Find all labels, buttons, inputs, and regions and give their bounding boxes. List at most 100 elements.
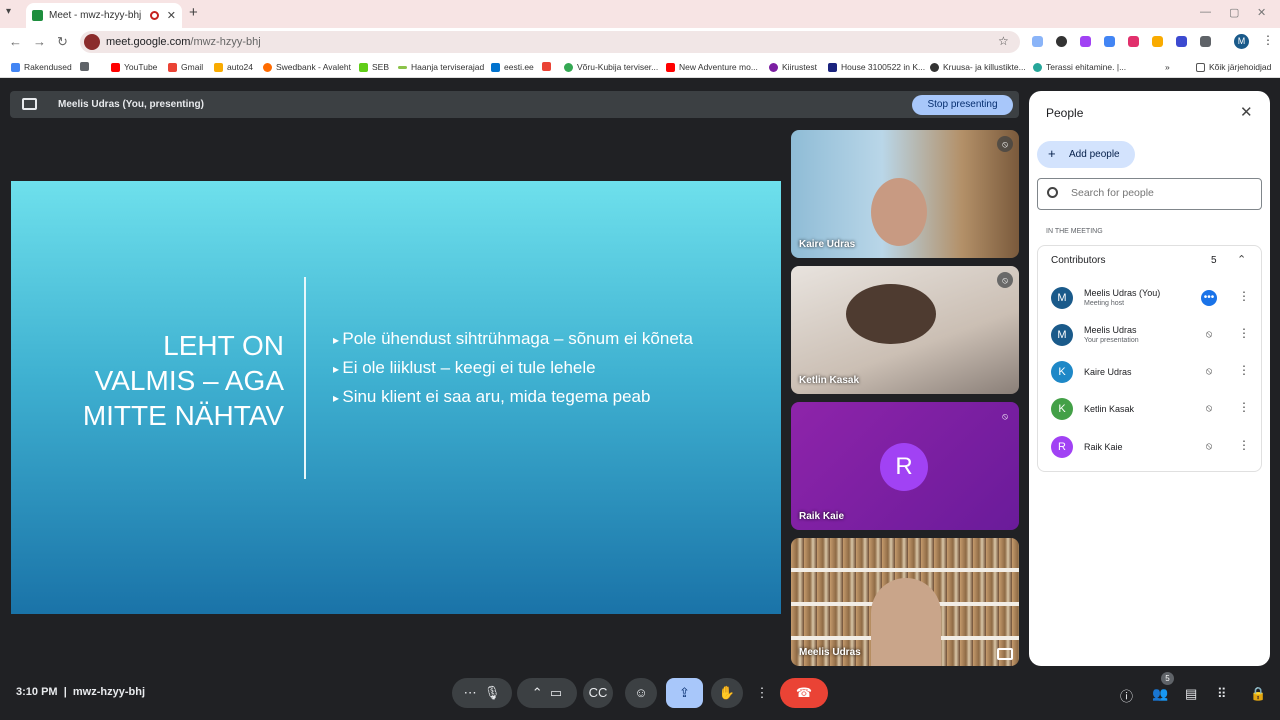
mic-off-icon[interactable]: ⦸ xyxy=(1201,401,1217,417)
bookmark-item[interactable]: SEB xyxy=(359,62,389,72)
bookmark-item[interactable]: Gmail xyxy=(168,62,203,72)
microphone-icon[interactable]: 🎙 xyxy=(484,685,501,700)
avatar: K xyxy=(1051,361,1073,383)
bookmark-star-icon[interactable]: ☆ xyxy=(998,34,1009,48)
extension-icon[interactable] xyxy=(1056,36,1067,47)
site-info-icon[interactable] xyxy=(84,34,100,50)
slide-bullet-list: Pole ühendust sihtrühmaga – sõnum ei kõn… xyxy=(333,325,693,412)
more-options-icon[interactable]: ⋮ xyxy=(1238,326,1250,340)
mic-off-icon[interactable]: ⦸ xyxy=(1201,439,1217,455)
presenting-label: Meelis Udras (You, presenting) xyxy=(58,99,204,110)
bookmark-item[interactable]: Terassi ehitamine. |... xyxy=(1033,62,1126,72)
all-bookmarks-folder[interactable]: Kõik järjehoidjad xyxy=(1196,62,1271,72)
bookmark-item[interactable]: Kruusa- ja killustikte... xyxy=(930,62,1026,72)
more-audio-options-icon[interactable]: ⋯ xyxy=(464,685,477,700)
tab-search-icon[interactable]: ▾ xyxy=(6,6,11,17)
extension-icon[interactable] xyxy=(1104,36,1115,47)
close-panel-icon[interactable]: ✕ xyxy=(1240,103,1253,121)
leave-call-button[interactable]: ☎ xyxy=(780,678,828,708)
search-input[interactable] xyxy=(1071,187,1251,199)
profile-avatar[interactable]: M xyxy=(1234,34,1249,49)
reactions-button[interactable]: ☺ xyxy=(625,678,657,708)
more-options-icon[interactable]: ⋮ xyxy=(1238,289,1250,303)
maximize-icon[interactable]: ▢ xyxy=(1229,6,1239,19)
tab-meet[interactable]: Meet - mwz-hzyy-bhj ✕ xyxy=(26,3,182,28)
reload-icon[interactable]: ↻ xyxy=(57,34,68,50)
more-options-button[interactable]: ⋮ xyxy=(751,678,773,708)
mic-control[interactable]: ⋯ 🎙 xyxy=(452,678,512,708)
slide-title-line: MITTE NÄHTAV xyxy=(82,400,284,431)
volume-off-icon[interactable]: ⦸ xyxy=(1201,327,1217,343)
more-bookmarks-icon[interactable]: » xyxy=(1165,62,1170,72)
participant-row[interactable]: R Raik Kaie ⦸ ⋮ xyxy=(1038,429,1263,465)
bookmark-item[interactable]: Swedbank - Avaleht xyxy=(263,62,351,72)
extension-icon[interactable] xyxy=(1032,36,1043,47)
extensions-puzzle-icon[interactable] xyxy=(1200,36,1211,47)
emoji-icon: ☺ xyxy=(634,685,648,700)
bookmark-item[interactable]: auto24 xyxy=(214,62,253,72)
mic-off-icon: ⦸ xyxy=(1002,411,1008,421)
activities-icon[interactable]: ⠿ xyxy=(1217,686,1227,702)
present-now-button[interactable]: ⇪ xyxy=(666,678,703,708)
captions-button[interactable]: CC xyxy=(583,678,613,708)
participant-tile-self[interactable]: Meelis Udras xyxy=(791,538,1019,666)
add-people-button[interactable]: + Add people xyxy=(1037,141,1135,168)
participant-row[interactable]: M Meelis Udras (You) Meeting host ••• ⋮ xyxy=(1038,280,1263,316)
window-close-icon[interactable]: ✕ xyxy=(1257,6,1266,19)
bookmark-item[interactable]: YouTube xyxy=(111,62,157,72)
participant-tile[interactable]: ⦸ Kaire Udras xyxy=(791,130,1019,258)
chevron-up-icon[interactable]: ⌃ xyxy=(532,685,543,700)
stop-presenting-button[interactable]: Stop presenting xyxy=(912,95,1013,115)
back-icon[interactable]: ← xyxy=(9,34,22,49)
participant-row[interactable]: K Kaire Udras ⦸ ⋮ xyxy=(1038,354,1263,390)
host-controls-icon[interactable]: 🔒 xyxy=(1250,686,1266,702)
bookmark-item[interactable]: Võru-Kubija terviser... xyxy=(564,62,658,72)
address-bar[interactable]: meet.google.com/mwz-hzyy-bhj xyxy=(80,31,1020,53)
shelf-divider xyxy=(791,568,1019,572)
participant-row-role: Your presentation xyxy=(1084,337,1139,344)
bookmark-item[interactable]: eesti.ee xyxy=(491,62,534,72)
browser-menu-icon[interactable]: ⋮ xyxy=(1262,33,1274,47)
people-icon[interactable]: 👥 xyxy=(1152,686,1168,702)
extension-icon[interactable] xyxy=(1128,36,1139,47)
participant-tile[interactable]: ⦸ Ketlin Kasak xyxy=(791,266,1019,394)
close-tab-icon[interactable]: ✕ xyxy=(167,9,176,22)
raise-hand-button[interactable]: ✋ xyxy=(711,678,743,708)
bookmark-item[interactable]: House 3100522 in K... xyxy=(828,62,925,72)
extension-icon[interactable] xyxy=(1176,36,1187,47)
participant-tile[interactable]: R ⦸ Raik Kaie xyxy=(791,402,1019,530)
slide-title-line: LEHT ON xyxy=(163,330,284,361)
mic-off-icon[interactable]: ⦸ xyxy=(1201,364,1217,380)
participant-row[interactable]: M Meelis Udras Your presentation ⦸ ⋮ xyxy=(1038,317,1263,353)
bookmark-item[interactable]: Haanja terviserajad xyxy=(398,62,484,72)
more-options-icon[interactable]: ⋮ xyxy=(1238,363,1250,377)
meeting-info-icon[interactable]: ⓘ xyxy=(1120,686,1133,705)
more-options-icon[interactable]: ⋮ xyxy=(1238,400,1250,414)
chat-icon[interactable]: ▤ xyxy=(1185,686,1197,702)
new-tab-button[interactable]: + xyxy=(189,4,198,21)
forward-icon[interactable]: → xyxy=(33,34,46,49)
people-count-badge: 5 xyxy=(1161,672,1174,685)
minimize-icon[interactable]: — xyxy=(1200,6,1211,18)
slide-divider xyxy=(304,277,306,479)
gmail-bookmark-icon[interactable] xyxy=(542,62,555,71)
apps-grid-icon[interactable] xyxy=(80,62,93,71)
extension-icon[interactable] xyxy=(1080,36,1091,47)
chevron-up-icon[interactable]: ⌃ xyxy=(1237,253,1246,266)
participant-video xyxy=(846,284,936,344)
contributors-group: Contributors 5 ⌃ M Meelis Udras (You) Me… xyxy=(1037,245,1262,472)
avatar: M xyxy=(1051,287,1073,309)
group-label[interactable]: Contributors xyxy=(1051,255,1105,266)
bookmark-item[interactable]: Rakendused xyxy=(11,62,72,72)
bookmark-item[interactable]: New Adventure mo... xyxy=(666,62,758,72)
camera-icon[interactable]: ▭ xyxy=(550,685,562,700)
search-people-field[interactable] xyxy=(1037,178,1262,210)
participant-row[interactable]: K Ketlin Kasak ⦸ ⋮ xyxy=(1038,391,1263,427)
extension-icon[interactable] xyxy=(1152,36,1163,47)
presenting-bar: Meelis Udras (You, presenting) xyxy=(10,91,1019,118)
participant-row-name: Ketlin Kasak xyxy=(1084,404,1135,414)
camera-control[interactable]: ⌃ ▭ xyxy=(517,678,577,708)
bookmark-item[interactable]: Kiirustest xyxy=(769,62,817,72)
more-options-icon[interactable]: ⋮ xyxy=(1238,438,1250,452)
present-icon: ⇪ xyxy=(679,685,690,700)
